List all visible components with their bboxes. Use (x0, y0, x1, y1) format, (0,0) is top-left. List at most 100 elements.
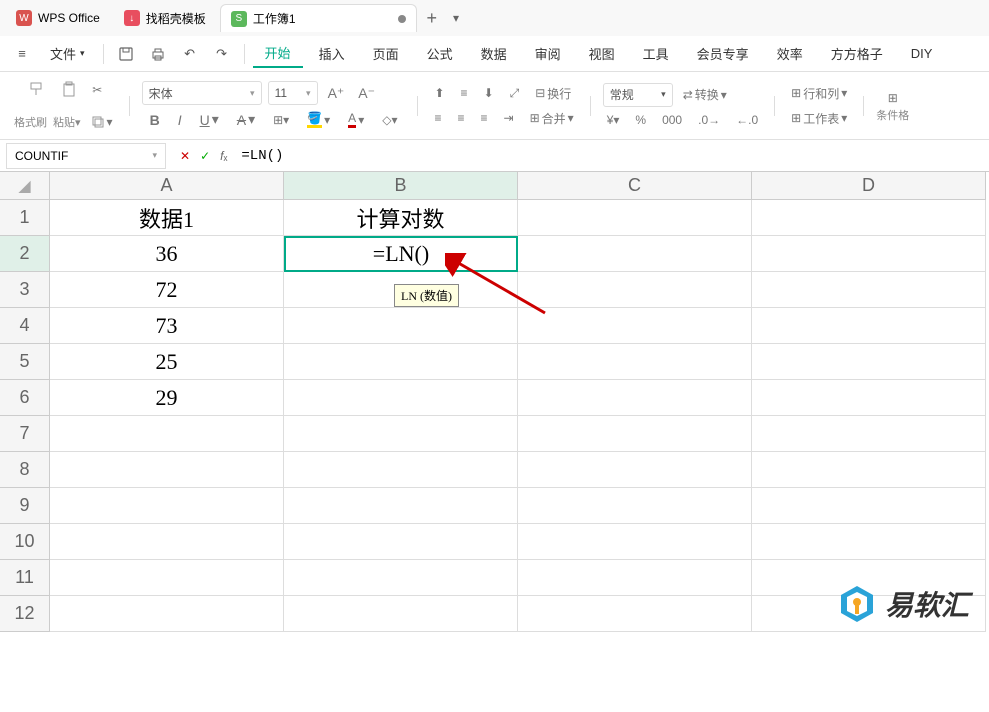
cell-b1[interactable]: 计算对数 (284, 200, 518, 236)
cell-d4[interactable] (752, 308, 986, 344)
cell-c10[interactable] (518, 524, 752, 560)
cell-d3[interactable] (752, 272, 986, 308)
cell-b11[interactable] (284, 560, 518, 596)
menu-review[interactable]: 审阅 (523, 40, 573, 67)
tab-template[interactable]: ↓ 找稻壳模板 (114, 4, 216, 32)
row-header-1[interactable]: 1 (0, 200, 50, 236)
cell-a3[interactable]: 72 (50, 272, 284, 308)
add-tab-button[interactable]: + (419, 8, 446, 29)
fill-color-icon[interactable]: 🪣▾ (303, 109, 334, 130)
cell-b8[interactable] (284, 452, 518, 488)
cell-a7[interactable] (50, 416, 284, 452)
align-bottom-icon[interactable]: ⬇ (480, 83, 498, 104)
align-top-icon[interactable]: ⬆ (430, 83, 448, 104)
row-header-9[interactable]: 9 (0, 488, 50, 524)
menu-efficiency[interactable]: 效率 (765, 40, 815, 67)
file-menu[interactable]: 文件 ▾ (40, 40, 95, 67)
cell-d7[interactable] (752, 416, 986, 452)
cell-b9[interactable] (284, 488, 518, 524)
font-color-icon[interactable]: A▾ (344, 109, 368, 130)
conditional-format-label[interactable]: 条件格 (876, 107, 909, 123)
align-right-icon[interactable]: ≡ (477, 108, 492, 129)
cut-icon[interactable]: ✂ (88, 81, 106, 99)
cell-d9[interactable] (752, 488, 986, 524)
cell-d5[interactable] (752, 344, 986, 380)
cell-b6[interactable] (284, 380, 518, 416)
cell-c1[interactable] (518, 200, 752, 236)
align-center-icon[interactable]: ≡ (454, 108, 469, 129)
decrease-font-icon[interactable]: A⁻ (354, 83, 379, 104)
paste-icon[interactable] (56, 79, 82, 101)
row-header-6[interactable]: 6 (0, 380, 50, 416)
name-box[interactable]: COUNTIF ▾ (6, 143, 166, 169)
tab-workbook[interactable]: S 工作簿1 (220, 4, 417, 32)
row-header-10[interactable]: 10 (0, 524, 50, 560)
cell-c7[interactable] (518, 416, 752, 452)
orientation-icon[interactable]: ⤢ (506, 83, 524, 104)
decrease-decimal-icon[interactable]: ←.0 (732, 111, 762, 129)
worksheet-button[interactable]: ⊞ 工作表▾ (787, 108, 851, 129)
row-header-7[interactable]: 7 (0, 416, 50, 452)
cell-d1[interactable] (752, 200, 986, 236)
menu-formula[interactable]: 公式 (415, 40, 465, 67)
paste-label[interactable]: 粘贴▾ (53, 114, 81, 130)
undo-icon[interactable]: ↶ (176, 40, 204, 68)
cell-d8[interactable] (752, 452, 986, 488)
menu-tools[interactable]: 工具 (631, 40, 681, 67)
formula-input[interactable]: =LN() (235, 148, 989, 164)
cell-b12[interactable] (284, 596, 518, 632)
tab-wps-office[interactable]: W WPS Office (6, 4, 110, 32)
percent-icon[interactable]: % (631, 111, 650, 129)
comma-icon[interactable]: 000 (658, 111, 686, 129)
number-format-select[interactable]: 常规▾ (603, 83, 673, 107)
bold-icon[interactable]: B (146, 110, 164, 130)
conditional-format-icon[interactable]: ⊞ (884, 89, 902, 107)
cell-c4[interactable] (518, 308, 752, 344)
font-name-select[interactable]: 宋体▾ (142, 81, 262, 105)
row-header-12[interactable]: 12 (0, 596, 50, 632)
print-icon[interactable] (144, 40, 172, 68)
cell-b2[interactable]: =LN() (284, 236, 518, 272)
font-size-select[interactable]: 11▾ (268, 81, 318, 105)
format-painter-icon[interactable] (24, 79, 50, 101)
cell-d2[interactable] (752, 236, 986, 272)
format-painter-label[interactable]: 格式刷 (14, 114, 47, 130)
align-left-icon[interactable]: ≡ (430, 108, 445, 129)
col-header-a[interactable]: A (50, 172, 284, 200)
cell-a4[interactable]: 73 (50, 308, 284, 344)
cell-a1[interactable]: 数据1 (50, 200, 284, 236)
menu-diy[interactable]: DIY (899, 42, 945, 65)
cell-a10[interactable] (50, 524, 284, 560)
cell-c3[interactable] (518, 272, 752, 308)
cell-b7[interactable] (284, 416, 518, 452)
cell-a2[interactable]: 36 (50, 236, 284, 272)
underline-icon[interactable]: U▾ (196, 109, 223, 130)
tab-menu-dropdown[interactable]: ▾ (445, 11, 467, 25)
cell-a5[interactable]: 25 (50, 344, 284, 380)
cell-c12[interactable] (518, 596, 752, 632)
cell-d10[interactable] (752, 524, 986, 560)
menu-data[interactable]: 数据 (469, 40, 519, 67)
menu-page[interactable]: 页面 (361, 40, 411, 67)
border-icon[interactable]: ⊞▾ (269, 111, 293, 129)
indent-icon[interactable]: ⇥ (500, 108, 518, 129)
cell-b4[interactable] (284, 308, 518, 344)
align-middle-icon[interactable]: ≡ (457, 83, 472, 104)
cell-a11[interactable] (50, 560, 284, 596)
cell-b10[interactable] (284, 524, 518, 560)
cell-a6[interactable]: 29 (50, 380, 284, 416)
rows-cols-button[interactable]: ⊞ 行和列▾ (787, 83, 851, 104)
copy-icon[interactable]: ▾ (87, 113, 117, 131)
accept-formula-icon[interactable]: ✓ (200, 149, 210, 163)
merge-cells-button[interactable]: ⊞ 合并▾ (526, 108, 578, 129)
clear-format-icon[interactable]: ◇▾ (378, 111, 401, 129)
cell-c2[interactable] (518, 236, 752, 272)
cell-b5[interactable] (284, 344, 518, 380)
cell-c8[interactable] (518, 452, 752, 488)
save-icon[interactable] (112, 40, 140, 68)
strikethrough-icon[interactable]: A▾ (233, 109, 259, 130)
row-header-8[interactable]: 8 (0, 452, 50, 488)
cell-a9[interactable] (50, 488, 284, 524)
convert-button[interactable]: ⇄ 转换▾ (679, 83, 731, 107)
increase-decimal-icon[interactable]: .0→ (694, 111, 724, 129)
